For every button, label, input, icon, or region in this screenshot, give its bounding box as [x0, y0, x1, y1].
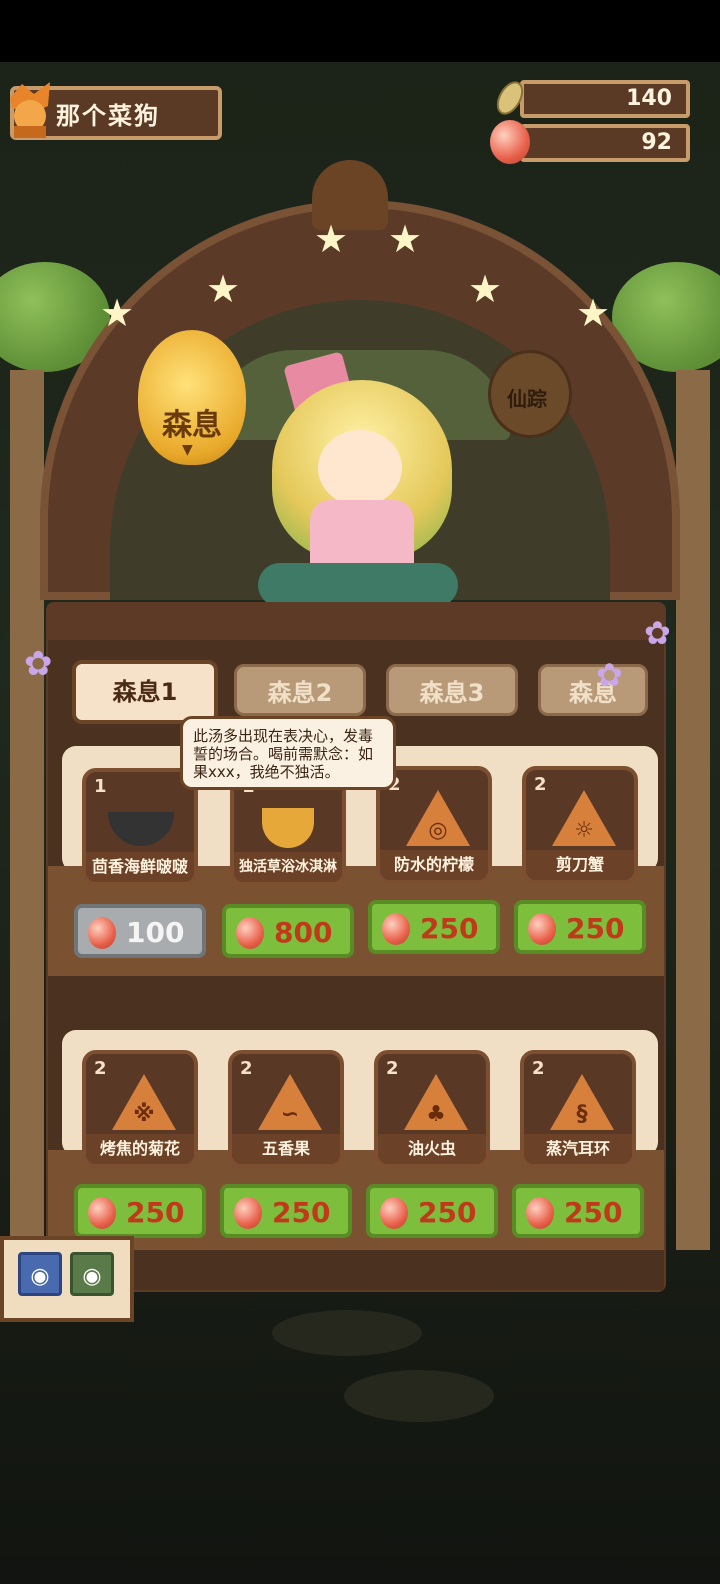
- gem-icon: [88, 917, 116, 949]
- tab-2[interactable]: 森息2: [234, 664, 366, 716]
- item-label: 油火虫: [378, 1134, 486, 1164]
- item-card[interactable]: 2 ※ 烤焦的菊花: [82, 1050, 198, 1168]
- chevron-down-icon: ▼: [182, 442, 193, 458]
- tooltip-text: 此汤多出现在表决心，发毒誓的场合。喝前需默念：如果xxx，我绝不独活。: [193, 727, 374, 781]
- item-card[interactable]: 2 § 蒸汽耳环: [520, 1050, 636, 1168]
- item-card[interactable]: 2 ♣ 油火虫: [374, 1050, 490, 1168]
- ingredient-symbol: §: [576, 1102, 588, 1127]
- player-avatar-icon[interactable]: [4, 78, 56, 140]
- tab-label: 森息1: [112, 678, 178, 706]
- tab-label: 森息3: [419, 679, 485, 707]
- gem-icon: [88, 1197, 116, 1229]
- tab-3[interactable]: 森息3: [386, 664, 518, 716]
- item-label: 烤焦的菊花: [86, 1134, 194, 1164]
- price-value: 100: [126, 916, 185, 949]
- item-card[interactable]: 2 ☼ 剪刀蟹: [522, 766, 638, 884]
- gem-icon: [380, 1197, 408, 1229]
- buy-button[interactable]: 250: [74, 1184, 206, 1238]
- item-label: 防水的柠檬: [380, 850, 488, 880]
- item-count: 2: [240, 1058, 253, 1079]
- item-count: 2: [386, 1058, 399, 1079]
- gem-icon: [526, 1197, 554, 1229]
- tab-1[interactable]: 森息1: [72, 660, 218, 724]
- item-count: 2: [94, 1058, 107, 1079]
- ingredient-symbol: ◎: [428, 818, 448, 843]
- item-label: 蒸汽耳环: [524, 1134, 632, 1164]
- leaf-count: 140: [626, 86, 672, 111]
- item-label: 剪刀蟹: [526, 850, 634, 880]
- star-icon: ★: [206, 267, 241, 311]
- item-label: 独活草浴冰淇淋: [234, 852, 342, 882]
- item-card[interactable]: 1 茴香海鲜啵啵: [82, 768, 198, 886]
- buy-button[interactable]: 250: [366, 1184, 498, 1238]
- ingredient-symbol: ※: [133, 1102, 155, 1127]
- item-label: 五香果: [232, 1134, 340, 1164]
- flower-icon: ✿: [596, 656, 623, 694]
- gem-icon: [528, 913, 556, 945]
- gem-icon: [382, 913, 410, 945]
- buy-button[interactable]: 100: [74, 904, 206, 958]
- gem-icon: [490, 120, 530, 164]
- star-icon: ★: [314, 217, 349, 261]
- buy-button[interactable]: 250: [368, 900, 500, 954]
- price-value: 800: [274, 916, 333, 949]
- buy-button[interactable]: 250: [514, 900, 646, 954]
- tab-4[interactable]: 森息: [538, 664, 648, 716]
- item-label: 茴香海鲜啵啵: [86, 852, 194, 882]
- price-value: 250: [126, 1196, 185, 1229]
- ingredient-symbol: ∽: [280, 1102, 300, 1127]
- gem-icon: [236, 917, 264, 949]
- flower-icon: ✿: [644, 614, 671, 652]
- bell-locked-label: 仙踪: [507, 387, 547, 411]
- price-value: 250: [420, 912, 479, 945]
- gem-count: 92: [641, 130, 672, 155]
- status-bar: [0, 0, 720, 62]
- star-icon: ★: [388, 217, 423, 261]
- buy-button[interactable]: 800: [222, 904, 354, 958]
- price-value: 250: [564, 1196, 623, 1229]
- camera-alt-button[interactable]: ◉: [70, 1252, 114, 1296]
- player-name: 那个菜狗: [56, 102, 160, 130]
- character-body: [310, 500, 414, 570]
- price-value: 250: [418, 1196, 477, 1229]
- icecream-bowl-icon: [262, 808, 314, 848]
- ingredient-symbol: ♣: [426, 1102, 446, 1127]
- star-icon: ★: [576, 291, 611, 335]
- gem-icon: [234, 1197, 262, 1229]
- leaf-icon: [494, 78, 526, 118]
- post-right: [676, 370, 710, 1250]
- star-icon: ★: [468, 267, 503, 311]
- ingredient-symbol: ☼: [574, 818, 594, 843]
- bell-active-label: 森息: [162, 408, 222, 443]
- price-value: 250: [272, 1196, 331, 1229]
- item-count: 2: [532, 1058, 545, 1079]
- post-left: [10, 370, 44, 1250]
- item-tooltip: 此汤多出现在表决心，发毒誓的场合。喝前需默念：如果xxx，我绝不独活。: [180, 716, 396, 790]
- camera-button[interactable]: ◉: [18, 1252, 62, 1296]
- item-count: 1: [94, 776, 107, 797]
- gem-currency-bar: 92: [520, 124, 690, 162]
- camera-icon: ◉: [82, 1264, 102, 1289]
- stone: [272, 1310, 422, 1356]
- stone: [344, 1370, 494, 1422]
- character-face: [318, 430, 402, 506]
- bowl-icon: [108, 812, 174, 846]
- star-icon: ★: [100, 291, 135, 335]
- buy-button[interactable]: 250: [512, 1184, 644, 1238]
- flower-icon: ✿: [24, 644, 53, 684]
- buy-button[interactable]: 250: [220, 1184, 352, 1238]
- item-count: 2: [534, 774, 547, 795]
- tab-label: 森息2: [267, 679, 333, 707]
- leaf-currency-bar: 140: [520, 80, 690, 118]
- price-value: 250: [566, 912, 625, 945]
- camera-icon: ◉: [30, 1264, 50, 1289]
- character-cushion: [258, 563, 458, 607]
- item-card[interactable]: 2 ∽ 五香果: [228, 1050, 344, 1168]
